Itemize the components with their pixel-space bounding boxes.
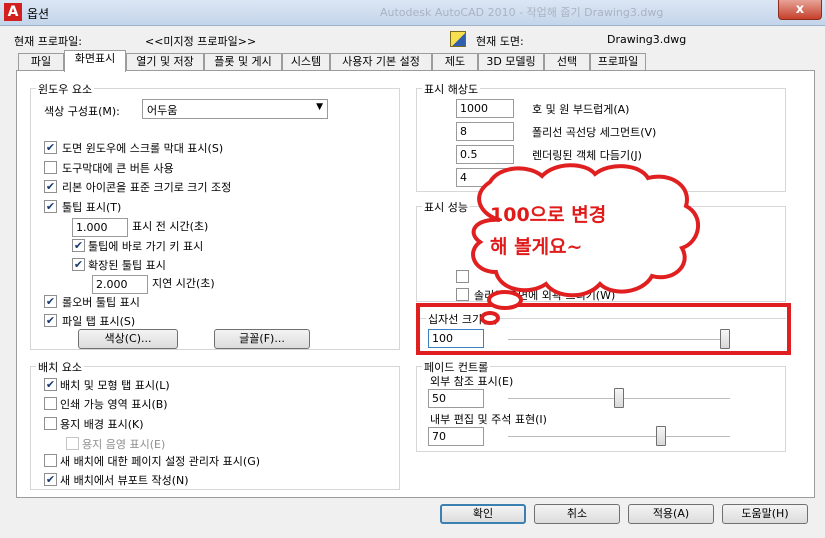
color-scheme-label: 색상 구성표(M): (44, 105, 120, 118)
paper-background-label: 용지 배경 표시(K) (60, 418, 144, 431)
chevron-down-icon: ▼ (316, 102, 323, 112)
annotation-text-line-2: 해 볼게요~ (490, 236, 583, 258)
close-button[interactable]: x (778, 0, 822, 20)
xref-fade-label: 외부 참조 표시(E) (430, 375, 514, 388)
arc-smoothness-label: 호 및 원 부드럽게(A) (532, 103, 630, 116)
current-profile-label: 현재 프로파일: (14, 35, 82, 48)
inplace-edit-fade-input[interactable]: 70 (428, 427, 484, 446)
rollover-tooltips-checkbox[interactable]: ✔ (44, 295, 57, 308)
polyline-segments-label: 폴리선 곡선당 세그먼트(V) (532, 126, 657, 139)
scrollbars-label: 도면 윈도우에 스크롤 막대 표시(S) (62, 142, 224, 155)
inplace-edit-fade-slider-thumb[interactable] (656, 426, 667, 446)
display-resolution-title: 표시 해상도 (422, 81, 481, 97)
xref-fade-slider-thumb[interactable] (614, 388, 624, 408)
paper-shadow-label: 용지 음영 표시(E) (82, 438, 166, 451)
scrollbars-checkbox[interactable]: ✔ (44, 141, 57, 154)
autocad-logo-icon: A (4, 3, 22, 21)
tooltip-delay-input[interactable]: 1.000 (72, 218, 128, 237)
help-button[interactable]: 도움말(H) (722, 504, 808, 524)
layout-elements-title: 배치 요소 (36, 359, 84, 375)
current-profile-value: <<미지정 프로파일>> (145, 35, 257, 48)
annotation-text-line-1: 100으로 변경 (490, 204, 607, 226)
color-scheme-value: 어두움 (147, 104, 178, 117)
drawing-icon (450, 31, 466, 47)
arc-smoothness-input[interactable]: 1000 (456, 99, 514, 118)
current-drawing-value: Drawing3.dwg (607, 33, 687, 46)
tab-system[interactable]: 시스템 (282, 53, 330, 71)
extended-delay-input[interactable]: 2.000 (92, 275, 148, 294)
file-tabs-label: 파일 탭 표시(S) (62, 315, 136, 328)
current-drawing-label: 현재 도면: (476, 35, 524, 48)
create-viewport-checkbox[interactable]: ✔ (44, 473, 57, 486)
show-tooltips-checkbox[interactable]: ✔ (44, 200, 57, 213)
color-scheme-select[interactable]: 어두움 ▼ (142, 99, 328, 119)
tab-open-save[interactable]: 열기 및 저장 (126, 53, 204, 71)
cancel-button[interactable]: 취소 (534, 504, 620, 524)
printable-area-checkbox[interactable] (44, 397, 57, 410)
paper-background-checkbox[interactable] (44, 417, 57, 430)
layout-model-tabs-checkbox[interactable]: ✔ (44, 378, 57, 391)
window-title: 옵션 (27, 7, 50, 21)
polyline-segments-input[interactable]: 8 (456, 122, 514, 141)
colors-button[interactable]: 색상(C)... (78, 329, 178, 349)
page-setup-manager-checkbox[interactable] (44, 454, 57, 467)
file-tabs-checkbox[interactable]: ✔ (44, 314, 57, 327)
tab-plot-publish[interactable]: 플롯 및 게시 (204, 53, 282, 71)
tab-drafting[interactable]: 제도 (432, 53, 478, 71)
rollover-tooltips-label: 롤오버 툴팁 표시 (62, 296, 140, 309)
layout-model-tabs-label: 배치 및 모형 탭 표시(L) (60, 379, 170, 392)
tab-display[interactable]: 화면표시 (64, 50, 126, 72)
show-tooltips-label: 툴팁 표시(T) (62, 201, 122, 214)
xref-fade-input[interactable]: 50 (428, 389, 484, 408)
tab-user-preferences[interactable]: 사용자 기본 설정 (330, 53, 432, 71)
create-viewport-label: 새 배치에서 뷰포트 작성(N) (60, 474, 189, 487)
fonts-button[interactable]: 글꼴(F)... (214, 329, 310, 349)
ok-button[interactable]: 확인 (440, 504, 526, 524)
shortcut-keys-tooltip-checkbox[interactable]: ✔ (72, 239, 85, 252)
tab-files[interactable]: 파일 (18, 53, 64, 71)
large-buttons-checkbox[interactable] (44, 161, 57, 174)
extended-delay-label: 지연 시간(초) (152, 277, 215, 290)
inplace-edit-fade-label: 내부 편집 및 주석 표현(I) (430, 413, 547, 426)
extended-tooltips-label: 확장된 툴팁 표시 (88, 259, 166, 272)
page-setup-manager-label: 새 배치에 대한 페이지 설정 관리자 표시(G) (60, 455, 261, 468)
resize-ribbon-icons-label: 리본 아이콘을 표준 크기로 크기 조정 (62, 181, 232, 194)
extended-tooltips-checkbox[interactable]: ✔ (72, 258, 85, 271)
inplace-edit-fade-slider-track[interactable] (508, 436, 730, 438)
large-buttons-label: 도구막대에 큰 버튼 사용 (62, 162, 174, 175)
background-window-title: Autodesk AutoCAD 2010 - 작업해 줍기 Drawing3.… (380, 6, 664, 19)
apply-button[interactable]: 적용(A) (628, 504, 714, 524)
resize-ribbon-icons-checkbox[interactable]: ✔ (44, 180, 57, 193)
tab-selection[interactable]: 선택 (544, 53, 590, 71)
window-elements-title: 윈도우 요소 (36, 81, 95, 97)
tab-3d-modeling[interactable]: 3D 모델링 (478, 53, 544, 71)
shortcut-keys-tooltip-label: 툴팁에 바로 가기 키 표시 (88, 240, 204, 253)
paper-shadow-checkbox[interactable] (66, 437, 79, 450)
tooltip-delay-label: 표시 전 시간(초) (132, 220, 209, 233)
printable-area-label: 인쇄 가능 영역 표시(B) (60, 398, 168, 411)
tab-profiles[interactable]: 프로파일 (590, 53, 646, 71)
